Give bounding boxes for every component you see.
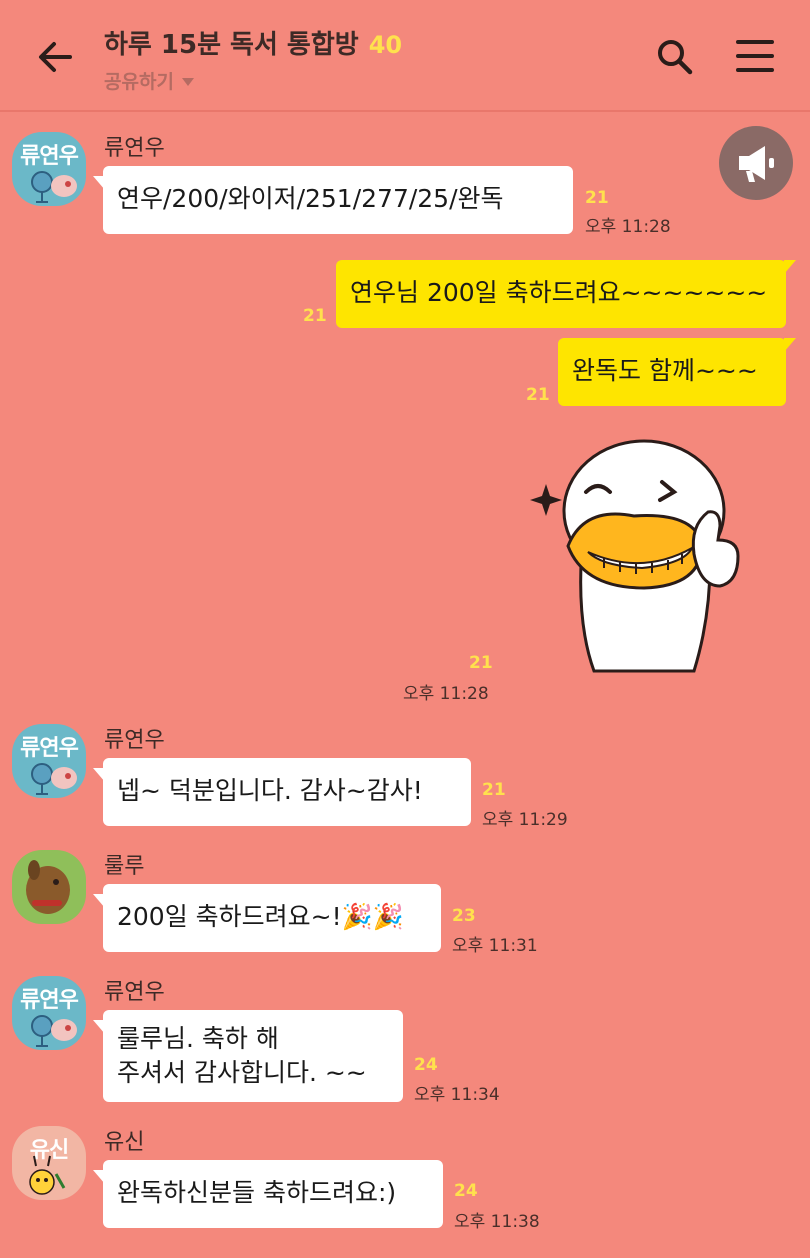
caret-down-icon [181, 77, 194, 86]
avatar[interactable] [12, 850, 86, 924]
message-time: 오후 11:38 [454, 1212, 540, 1232]
message-bubble[interactable]: 넵~ 덕분입니다. 감사~감사! [93, 758, 471, 826]
message-bubble[interactable]: 완독하신분들 축하드려요:) [93, 1160, 443, 1228]
fan-character-avatar-icon [31, 171, 77, 203]
unread-count: 21 [585, 188, 609, 208]
sender-name: 류연우 [104, 728, 165, 753]
chat-title-area: 하루 15분 독서 통합방 40 공유하기 [104, 24, 402, 94]
sender-name: 류연우 [104, 136, 165, 161]
arrow-left-icon [39, 42, 72, 72]
message-bubble[interactable]: 200일 축하드려요~!🎉🎉 [93, 884, 441, 952]
message-time: 오후 11:28 [403, 684, 489, 704]
thumbs-up-duck-sticker-icon [530, 439, 740, 673]
message-bubble[interactable]: 룰루님. 축하 해 주셔서 감사합니다. ~~ [93, 1010, 403, 1102]
message-time: 오후 11:29 [482, 810, 568, 830]
sender-name: 룰루 [104, 854, 145, 879]
unread-count: 24 [414, 1055, 438, 1075]
unread-count: 21 [303, 306, 327, 326]
hamburger-menu-icon [736, 40, 774, 72]
sender-name: 류연우 [104, 980, 165, 1005]
unread-count: 21 [482, 780, 506, 800]
message-time: 오후 11:34 [414, 1085, 500, 1105]
bunny-character-avatar-icon [29, 1155, 66, 1195]
my-message-bubble[interactable]: 연우님 200일 축하드려요~~~~~~~ [336, 260, 796, 328]
unread-count: 24 [454, 1181, 478, 1201]
search-icon [658, 40, 693, 75]
message-time: 오후 11:28 [585, 217, 671, 237]
back-button[interactable] [34, 36, 76, 78]
search-button[interactable] [654, 36, 696, 78]
my-message-bubble[interactable]: 완독도 함께~~~ [558, 338, 796, 406]
megaphone-icon [739, 146, 774, 182]
fan-character-avatar-icon [31, 763, 77, 795]
avatar[interactable]: 류연우 [12, 724, 86, 798]
unread-count: 21 [526, 385, 550, 405]
notice-button[interactable] [719, 126, 793, 200]
member-count: 40 [368, 31, 403, 59]
share-label: 공유하기 [104, 71, 174, 93]
menu-button[interactable] [736, 38, 774, 74]
share-dropdown[interactable]: 공유하기 [104, 67, 402, 94]
fan-character-avatar-icon [31, 1015, 77, 1047]
sender-name: 유신 [104, 1130, 145, 1155]
unread-count: 21 [469, 653, 493, 673]
message-time: 오후 11:31 [452, 936, 538, 956]
avatar[interactable]: 유신 [12, 1126, 86, 1200]
sticker-thumbs-up-duck[interactable] [524, 436, 754, 676]
chat-header: 하루 15분 독서 통합방 40 공유하기 [0, 0, 810, 112]
unread-count: 23 [452, 906, 476, 926]
message-bubble[interactable]: 연우/200/와이저/251/277/25/완독 [93, 166, 573, 234]
avatar[interactable]: 류연우 [12, 132, 86, 206]
avatar[interactable]: 류연우 [12, 976, 86, 1050]
chat-title[interactable]: 하루 15분 독서 통합방 [104, 24, 359, 61]
dog-character-avatar-icon [26, 860, 70, 914]
